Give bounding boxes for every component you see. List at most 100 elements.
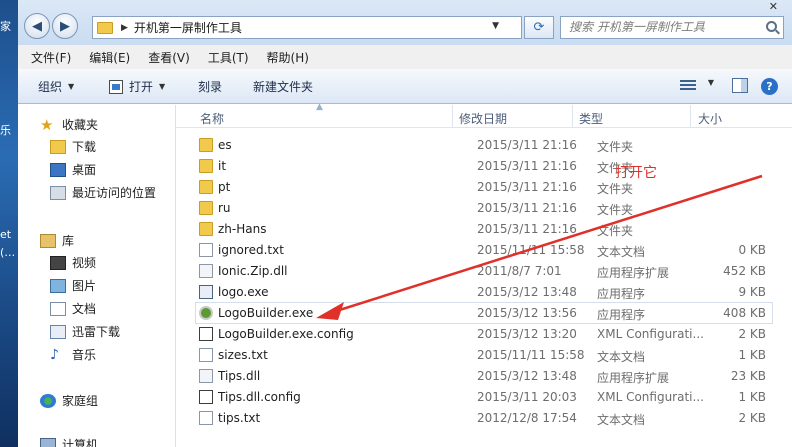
column-name[interactable]: 名称 xyxy=(200,110,224,127)
menu-view[interactable]: 查看(V) xyxy=(139,49,199,66)
file-type: XML Configurati... xyxy=(597,327,704,341)
file-type: XML Configurati... xyxy=(597,390,704,404)
nav-item-label: 桌面 xyxy=(72,163,97,177)
search-icon[interactable] xyxy=(766,21,777,32)
file-type: 文件夹 xyxy=(597,203,634,217)
file-row[interactable]: Tips.dll.config 2015/3/11 20:03 XML Config… xyxy=(196,387,772,407)
help-icon[interactable]: ? xyxy=(761,78,778,95)
file-modified-date: 2015/3/12 13:56 xyxy=(477,306,577,320)
organize-button[interactable]: 组织 ▼ xyxy=(38,78,74,95)
address-field[interactable]: ▶ 开机第一屏制作工具 ▼ xyxy=(92,16,522,39)
menu-file[interactable]: 文件(F) xyxy=(22,49,80,66)
file-modified-date: 2015/3/11 21:16 xyxy=(477,180,577,194)
desktop-label: et xyxy=(0,228,12,241)
nav-item-videos[interactable]: 视频 xyxy=(50,254,96,271)
file-row[interactable]: Ionic.Zip.dll 2011/8/7 7:01 应用程序扩展 452 KB xyxy=(196,261,772,281)
file-modified-date: 2011/8/7 7:01 xyxy=(477,264,562,278)
file-type: 应用程序扩展 xyxy=(597,266,670,280)
column-type[interactable]: 类型 xyxy=(579,110,603,127)
nav-computer[interactable]: 计算机 xyxy=(40,436,98,447)
nav-item-downloads[interactable]: 下载 xyxy=(50,138,96,155)
menu-help[interactable]: 帮助(H) xyxy=(258,49,318,66)
file-row[interactable]: it 2015/3/11 21:16 文件夹 xyxy=(196,156,772,176)
nav-item-documents[interactable]: 文档 xyxy=(50,300,96,317)
file-type: 应用程序 xyxy=(597,308,646,322)
file-row[interactable]: sizes.txt 2015/11/11 15:58 文本文档 1 KB xyxy=(196,345,772,365)
folder-icon xyxy=(199,201,213,215)
nav-libraries-label: 库 xyxy=(62,234,75,248)
forward-arrow-icon: ▶ xyxy=(60,18,70,34)
back-button[interactable]: ◀ xyxy=(24,13,50,39)
video-icon xyxy=(50,255,66,270)
file-size: 9 KB xyxy=(738,285,766,299)
dll-file-icon xyxy=(199,369,213,383)
nav-item-pictures[interactable]: 图片 xyxy=(50,277,96,294)
file-modified-date: 2012/12/8 17:54 xyxy=(477,411,577,425)
column-divider[interactable] xyxy=(690,105,691,128)
file-row[interactable]: es 2015/3/11 21:16 文件夹 xyxy=(196,135,772,155)
file-name: sizes.txt xyxy=(218,348,268,362)
folder-icon xyxy=(199,159,213,173)
chevron-right-icon[interactable]: ▶ xyxy=(121,23,128,33)
file-size: 408 KB xyxy=(723,306,766,320)
menu-edit[interactable]: 编辑(E) xyxy=(80,49,139,66)
file-row[interactable]: LogoBuilder.exe 2015/3/12 13:56 应用程序 408 KB xyxy=(195,302,773,324)
chevron-down-icon[interactable]: ▼ xyxy=(708,78,714,87)
file-type: 文本文档 xyxy=(597,245,646,259)
nav-item-label: 迅雷下载 xyxy=(72,325,121,339)
search-box[interactable] xyxy=(560,16,784,39)
column-divider[interactable] xyxy=(452,105,453,128)
file-row[interactable]: pt 2015/3/11 21:16 文件夹 xyxy=(196,177,772,197)
nav-item-xunlei[interactable]: 迅雷下载 xyxy=(50,323,120,340)
close-icon[interactable]: ✕ xyxy=(769,0,778,13)
file-row[interactable]: tips.txt 2012/12/8 17:54 文本文档 2 KB xyxy=(196,408,772,428)
new-folder-button[interactable]: 新建文件夹 xyxy=(253,78,313,95)
nav-libraries[interactable]: 库 xyxy=(40,232,74,249)
file-row[interactable]: LogoBuilder.exe.config 2015/3/12 13:20 XML… xyxy=(196,324,772,344)
search-input[interactable] xyxy=(569,17,759,37)
folder-icon xyxy=(199,222,213,236)
text-file-icon xyxy=(199,243,213,257)
desktop-strip: 家 乐 et (… xyxy=(0,0,18,447)
file-row[interactable]: zh-Hans 2015/3/11 21:16 文件夹 xyxy=(196,219,772,239)
file-name: logo.exe xyxy=(218,285,269,299)
nav-item-recent[interactable]: 最近访问的位置 xyxy=(50,184,156,201)
nav-computer-label: 计算机 xyxy=(62,438,99,447)
nav-homegroup[interactable]: 家庭组 xyxy=(40,392,98,409)
open-label: 打开 xyxy=(129,80,154,94)
recent-places-icon xyxy=(50,185,66,200)
view-options-icon[interactable] xyxy=(680,80,696,92)
nav-item-desktop[interactable]: 桌面 xyxy=(50,161,96,178)
column-date[interactable]: 修改日期 xyxy=(459,110,507,127)
file-row[interactable]: ignored.txt 2015/11/11 15:58 文本文档 0 KB xyxy=(196,240,772,260)
preview-pane-icon[interactable] xyxy=(732,78,748,93)
column-divider[interactable] xyxy=(572,105,573,128)
folder-icon xyxy=(97,21,113,34)
file-modified-date: 2015/11/11 15:58 xyxy=(477,243,585,257)
refresh-button[interactable]: ⟳ xyxy=(524,16,554,39)
file-row[interactable]: ru 2015/3/11 21:16 文件夹 xyxy=(196,198,772,218)
sort-up-icon: ▲ xyxy=(316,102,323,112)
nav-favorites[interactable]: ★ 收藏夹 xyxy=(40,116,98,133)
forward-button[interactable]: ▶ xyxy=(52,13,78,39)
menu-tools[interactable]: 工具(T) xyxy=(199,49,258,66)
nav-item-label: 文档 xyxy=(72,302,97,316)
burn-button[interactable]: 刻录 xyxy=(198,78,222,95)
column-size[interactable]: 大小 xyxy=(698,110,722,127)
chevron-down-icon[interactable]: ▼ xyxy=(492,21,499,31)
file-row[interactable]: logo.exe 2015/3/12 13:48 应用程序 9 KB xyxy=(196,282,772,302)
desktop-label: 乐 xyxy=(0,124,11,137)
library-icon xyxy=(40,233,56,248)
open-button[interactable]: 打开 ▼ xyxy=(109,78,165,95)
nav-homegroup-label: 家庭组 xyxy=(62,394,99,408)
file-name: LogoBuilder.exe.config xyxy=(218,327,354,341)
organize-label: 组织 xyxy=(38,80,63,94)
file-row[interactable]: Tips.dll 2015/3/12 13:48 应用程序扩展 23 KB xyxy=(196,366,772,386)
address-path[interactable]: 开机第一屏制作工具 xyxy=(134,19,242,36)
pictures-icon xyxy=(50,278,66,293)
refresh-icon: ⟳ xyxy=(533,20,545,35)
nav-item-music[interactable]: ♪ 音乐 xyxy=(50,346,96,363)
file-size: 0 KB xyxy=(738,243,766,257)
file-modified-date: 2015/3/11 21:16 xyxy=(477,159,577,173)
file-type: 文件夹 xyxy=(597,182,634,196)
